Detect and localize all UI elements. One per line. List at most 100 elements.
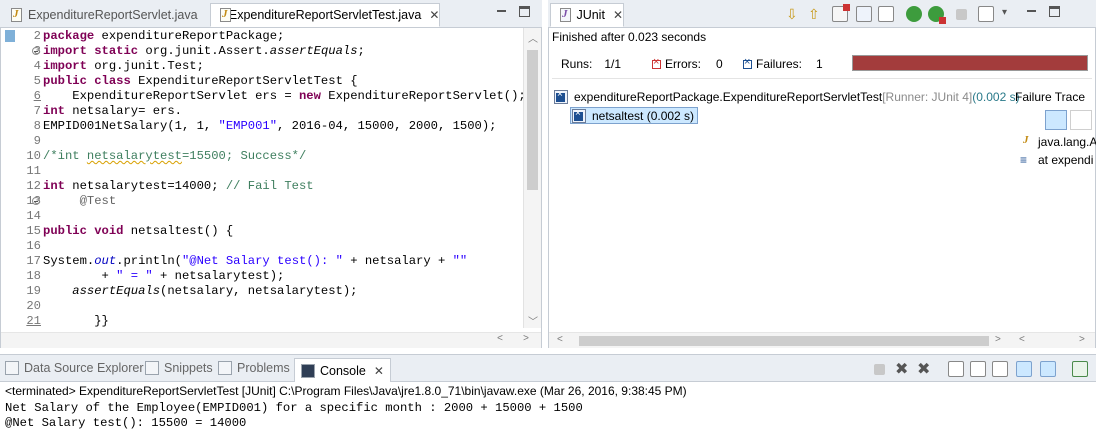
stack-frame-icon: ≡ <box>1020 153 1028 167</box>
runs-counter: Runs: 1/1 <box>561 57 621 71</box>
trace-text: java.lang.A <box>1038 134 1096 149</box>
code-editor[interactable]: 2 3 4 5 6 7 8 9 10 11 12 13 14 15 16 17 … <box>0 28 542 348</box>
terminate-icon[interactable] <box>874 364 885 375</box>
history-icon[interactable] <box>878 6 894 22</box>
line-number: 7 <box>33 104 41 118</box>
junit-horizontal-scrollbar[interactable]: < > < > <box>549 332 1095 348</box>
line-number: 8 <box>33 119 41 133</box>
runner-label: [Runner: JUnit 4] <box>882 90 973 104</box>
scroll-right-icon[interactable]: > <box>523 334 529 345</box>
line-number: 6 <box>33 89 41 103</box>
test-suite-failed-icon <box>554 89 570 104</box>
line-number: 14 <box>26 209 41 223</box>
line-number: 19 <box>26 284 41 298</box>
scroll-right-icon[interactable]: > <box>995 334 1001 345</box>
tab-junit[interactable]: J JUnit ✕ <box>550 3 624 27</box>
console-icon <box>301 363 315 378</box>
console-tab-bar: Data Source Explorer Snippets Problems C… <box>0 354 1096 382</box>
tab-expenditure-report-servlet[interactable]: J ExpenditureReportServlet.java <box>2 3 207 27</box>
failure-icon <box>743 56 752 69</box>
show-on-stdout-icon[interactable] <box>1016 361 1032 377</box>
database-icon <box>5 361 19 375</box>
runs-label: Runs: <box>561 57 593 71</box>
scroll-thumb[interactable] <box>527 50 538 190</box>
failures-label: Failures: <box>756 57 803 71</box>
scroll-up-icon[interactable]: ︿ <box>528 30 538 46</box>
line-number: 21 <box>26 314 41 328</box>
trace-line[interactable]: ≡ at expendi <box>1020 153 1096 167</box>
editor-horizontal-scrollbar[interactable]: < > <box>1 332 541 348</box>
errors-counter: Errors: 0 <box>652 56 723 71</box>
maximize-icon[interactable] <box>519 6 530 17</box>
line-number: 17 <box>26 254 41 268</box>
stop-icon[interactable] <box>956 9 967 20</box>
scroll-lock-icon[interactable] <box>970 361 986 377</box>
tab-label: Console <box>320 363 366 378</box>
remove-all-icon[interactable]: ✖ <box>917 359 933 378</box>
clear-console-icon[interactable] <box>948 361 964 377</box>
scroll-left-icon[interactable]: < <box>497 334 503 345</box>
close-icon[interactable]: ✕ <box>374 364 384 378</box>
pin-console-icon[interactable] <box>1072 361 1088 377</box>
tab-expenditure-report-servlet-test[interactable]: J *ExpenditureReportServletTest.java ✕ <box>210 3 440 27</box>
code-line: @Test <box>43 194 117 208</box>
remove-launch-icon[interactable]: ✖ <box>895 359 911 378</box>
error-icon <box>652 56 661 69</box>
word-wrap-icon[interactable] <box>992 361 1008 377</box>
tab-label: Problems <box>237 361 290 375</box>
tab-problems[interactable]: Problems <box>218 361 290 375</box>
test-class-name: expenditureReportPackage.ExpenditureRepo… <box>574 90 883 104</box>
rerun-icon[interactable] <box>906 6 922 22</box>
code-line: assertEquals(netsalary, netsalarytest); <box>72 284 358 298</box>
scroll-left-icon[interactable]: < <box>557 334 563 345</box>
scroll-thumb[interactable] <box>579 336 989 346</box>
code-line: EMPID001NetSalary(1, 1, "EMP001", 2016-0… <box>43 119 497 133</box>
minimize-icon[interactable] <box>1026 6 1037 17</box>
runs-value: 1/1 <box>604 57 622 71</box>
maximize-icon[interactable] <box>1049 6 1060 17</box>
tab-snippets[interactable]: Snippets <box>145 361 213 375</box>
compare-icon[interactable] <box>1070 110 1092 130</box>
code-line: ExpenditureReportServlet ers = new Expen… <box>43 89 526 103</box>
line-number: 16 <box>26 239 41 253</box>
next-failure-icon[interactable]: ⇩ <box>786 6 802 22</box>
view-menu-icon[interactable]: ▾ <box>1002 7 1018 23</box>
failures-counter: Failures: 1 <box>743 56 823 71</box>
filter-trace-icon[interactable] <box>1045 110 1067 130</box>
scroll-right-icon[interactable]: > <box>1079 334 1085 345</box>
console-output[interactable]: <terminated> ExpenditureReportServletTes… <box>0 382 1096 437</box>
tab-data-source-explorer[interactable]: Data Source Explorer <box>5 361 144 375</box>
editor-vertical-scrollbar[interactable]: ︿ ﹀ <box>523 28 541 329</box>
editor-tab-bar: J ExpenditureReportServlet.java J *Expen… <box>0 0 542 28</box>
previous-failure-icon[interactable]: ⇧ <box>808 6 824 22</box>
tree-item-netsaltest[interactable]: netsaltest (0.002 s) <box>570 107 699 124</box>
close-icon[interactable]: ✕ <box>613 8 623 22</box>
minimize-icon[interactable] <box>496 6 507 17</box>
junit-icon: J <box>559 7 571 23</box>
tab-label: ExpenditureReportServlet.java <box>28 8 198 22</box>
close-icon[interactable]: ✕ <box>429 8 439 22</box>
scroll-left-icon[interactable]: < <box>1019 334 1025 345</box>
code-line: int netsalarytest=14000; // Fail Test <box>43 179 314 193</box>
progress-fill <box>853 56 1087 70</box>
fold-icon[interactable] <box>32 47 40 55</box>
failure-trace-title: Failure Trace <box>1015 90 1086 104</box>
junit-window-controls <box>1026 6 1060 17</box>
tree-item-test-class[interactable]: expenditureReportPackage.ExpenditureRepo… <box>554 89 1020 104</box>
java-file-icon: J <box>10 7 23 23</box>
line-number-ruler: 2 3 4 5 6 7 8 9 10 11 12 13 14 15 16 17 … <box>1 28 41 348</box>
test-tree[interactable]: expenditureReportPackage.ExpenditureRepo… <box>552 86 1020 331</box>
scroll-down-icon[interactable]: ﹀ <box>528 313 538 329</box>
tab-label: JUnit <box>576 8 605 22</box>
fold-icon[interactable] <box>32 197 40 205</box>
trace-line[interactable]: Jjava.lang.A <box>1020 134 1096 149</box>
tab-console[interactable]: Console ✕ <box>294 358 391 382</box>
tab-label: *ExpenditureReportServletTest.java <box>224 8 422 22</box>
rerun-failed-first-icon[interactable] <box>928 6 946 24</box>
show-on-stderr-icon[interactable] <box>1040 361 1056 377</box>
console-line: @Net Salary test(): 15500 = 14000 <box>5 416 247 430</box>
show-failures-only-icon[interactable] <box>832 4 850 22</box>
scroll-lock-icon[interactable] <box>856 6 872 22</box>
line-number: 15 <box>26 224 41 238</box>
history-menu-icon[interactable] <box>978 6 994 22</box>
